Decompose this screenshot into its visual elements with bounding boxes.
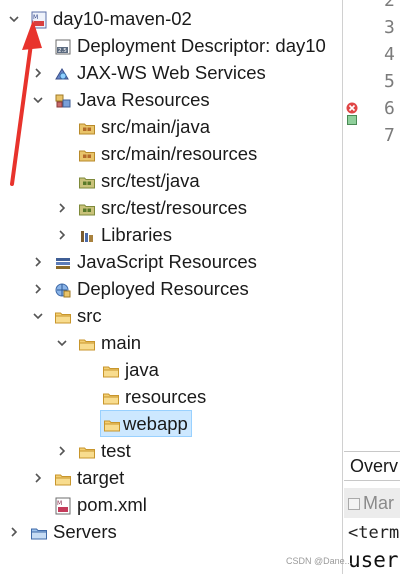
tree-item-label: java <box>125 359 159 380</box>
tree-item-src-test-resources[interactable]: src/test/resources <box>0 194 342 221</box>
chevron-right-icon[interactable] <box>8 518 20 545</box>
tree-item-label: src/main/resources <box>101 143 258 164</box>
java-resources-icon <box>54 90 72 108</box>
tree-item-label: src/test/resources <box>101 197 247 218</box>
line-number: 5 <box>384 71 395 92</box>
source-folder-icon <box>78 144 96 162</box>
tree-item-resources[interactable]: resources <box>0 383 342 410</box>
tree-item-test[interactable]: test <box>0 437 342 464</box>
tree-item-label: test <box>101 440 131 461</box>
console-terminated-line: <term <box>348 523 400 543</box>
tree-item-label: pom.xml <box>77 494 147 515</box>
libraries-icon <box>78 225 96 243</box>
chevron-right-icon[interactable] <box>56 437 68 464</box>
chevron-right-icon[interactable] <box>32 59 44 86</box>
tab-markers-label: Mar <box>363 493 394 513</box>
source-folder-icon <box>78 117 96 135</box>
markers-icon <box>348 498 360 510</box>
tree-item-deployment-descriptor[interactable]: 2.5 Deployment Descriptor: day10 <box>0 32 342 59</box>
tree-item-java-resources[interactable]: Java Resources <box>0 86 342 113</box>
tree-item-jaxws[interactable]: JAX-WS Web Services <box>0 59 342 86</box>
chevron-right-icon[interactable] <box>32 275 44 302</box>
folder-icon <box>102 387 120 405</box>
tree-item-servers[interactable]: Servers <box>0 518 342 545</box>
chevron-right-icon[interactable] <box>56 194 68 221</box>
watermark-text: CSDN @Dane... <box>286 556 353 566</box>
folder-icon <box>54 306 72 324</box>
tree-item-java[interactable]: java <box>0 356 342 383</box>
project-explorer-tree: M day10-maven-02 2.5 Deployment Descript… <box>0 0 343 574</box>
tree-item-label: Libraries <box>101 224 172 245</box>
maven-pom-icon: M <box>54 495 72 515</box>
line-number: 6 <box>384 98 395 119</box>
svg-text:M: M <box>57 500 62 507</box>
chevron-right-icon[interactable] <box>32 464 44 491</box>
tree-item-pom[interactable]: M pom.xml <box>0 491 342 518</box>
tree-item-src-main-java[interactable]: src/main/java <box>0 113 342 140</box>
chevron-right-icon[interactable] <box>56 221 68 248</box>
console-output-line: user <box>348 548 399 572</box>
chevron-right-icon[interactable] <box>32 248 44 275</box>
tree-item-label: day10-maven-02 <box>53 8 192 29</box>
line-number: 3 <box>384 17 395 38</box>
deployment-descriptor-icon: 2.5 <box>54 36 72 55</box>
tree-item-src-test-java[interactable]: src/test/java <box>0 167 342 194</box>
folder-icon <box>103 414 121 432</box>
chevron-down-icon[interactable] <box>32 302 44 329</box>
tree-item-deployed-resources[interactable]: Deployed Resources <box>0 275 342 302</box>
folder-icon <box>78 441 96 459</box>
svg-text:2.5: 2.5 <box>58 48 67 54</box>
tree-item-label: JavaScript Resources <box>77 251 257 272</box>
tree-item-label: src/main/java <box>101 116 210 137</box>
servers-folder-icon <box>30 522 48 540</box>
tree-item-label: JAX-WS Web Services <box>77 62 266 83</box>
tree-item-label: Servers <box>53 521 117 542</box>
deployed-resources-icon <box>54 279 72 298</box>
test-source-folder-icon <box>78 171 96 189</box>
tree-item-label: main <box>101 332 142 353</box>
tree-item-label: target <box>77 467 125 488</box>
error-marker-icon[interactable] <box>346 101 358 114</box>
chevron-down-icon[interactable] <box>32 86 44 113</box>
quick-fix-marker-icon <box>347 115 357 125</box>
tree-item-label: Deployed Resources <box>77 278 249 299</box>
line-number: 7 <box>384 125 395 146</box>
tab-overview[interactable]: Overv <box>344 451 400 481</box>
tree-item-webapp[interactable]: webapp <box>0 410 342 437</box>
tree-item-project[interactable]: M day10-maven-02 <box>0 5 342 32</box>
tree-item-label: Java Resources <box>77 89 210 110</box>
folder-icon <box>54 468 72 486</box>
line-number-gutter: 2 3 4 5 6 7 <box>358 0 400 446</box>
tree-item-target[interactable]: target <box>0 464 342 491</box>
javascript-resources-icon <box>54 252 72 270</box>
tree-item-src-main-resources[interactable]: src/main/resources <box>0 140 342 167</box>
tree-item-label: resources <box>125 386 207 407</box>
test-source-folder-icon <box>78 198 96 216</box>
chevron-down-icon[interactable] <box>8 5 20 32</box>
svg-text:M: M <box>33 14 38 21</box>
tab-markers[interactable]: Mar <box>344 488 400 518</box>
tree-item-main[interactable]: main <box>0 329 342 356</box>
tree-item-javascript-resources[interactable]: JavaScript Resources <box>0 248 342 275</box>
annotation-ruler <box>344 0 358 446</box>
tree-item-label: src/test/java <box>101 170 200 191</box>
jaxws-services-icon <box>54 63 72 81</box>
tree-item-label: src <box>77 305 102 326</box>
line-number: 2 <box>384 0 395 11</box>
tree-item-label: Deployment Descriptor: day10 <box>77 35 326 56</box>
tree-item-src[interactable]: src <box>0 302 342 329</box>
line-number: 4 <box>384 44 395 65</box>
chevron-down-icon[interactable] <box>56 329 68 356</box>
web-project-icon: M <box>30 9 48 29</box>
folder-icon <box>78 333 96 351</box>
tree-item-libraries[interactable]: Libraries <box>0 221 342 248</box>
folder-icon <box>102 360 120 378</box>
